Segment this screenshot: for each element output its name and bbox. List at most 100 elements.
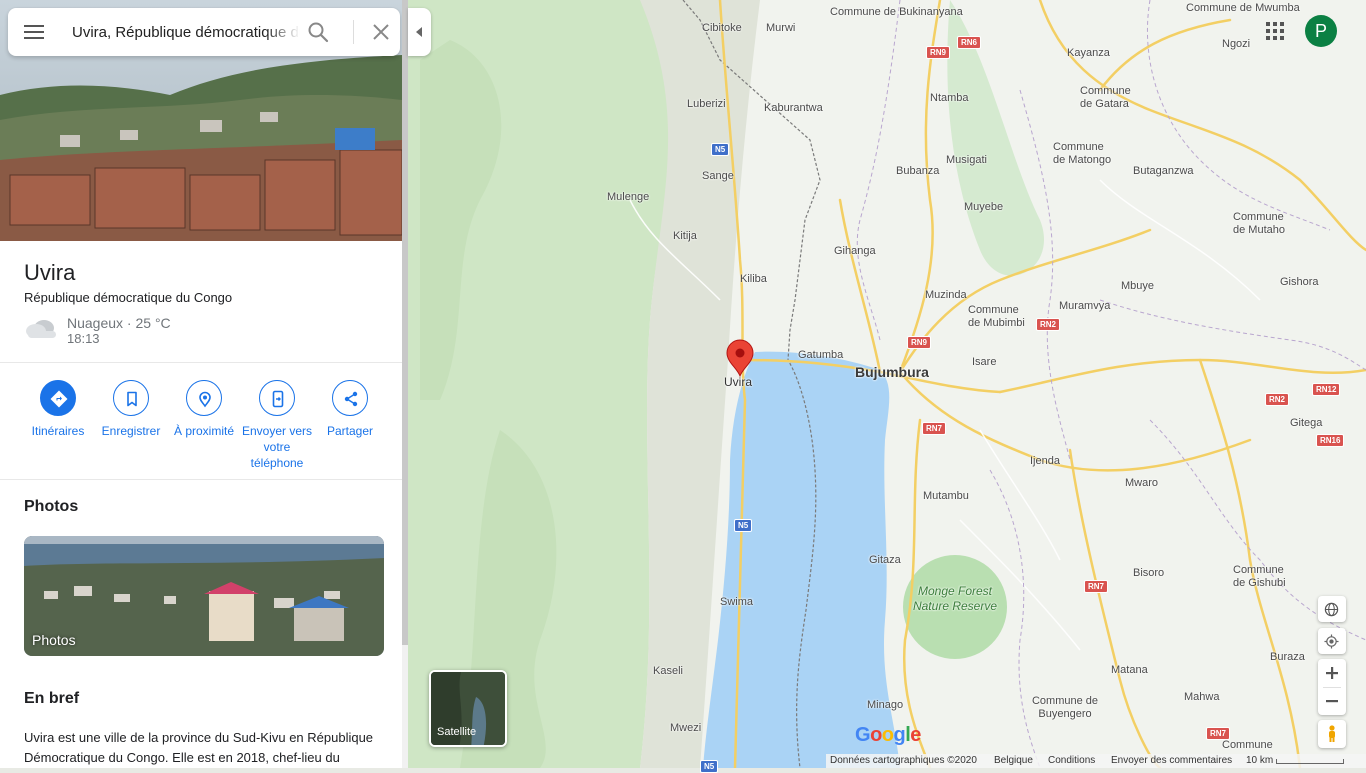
zoom-out-button[interactable] — [1318, 687, 1346, 715]
summary-heading: En bref — [24, 690, 80, 707]
map-label: Muyebe — [964, 201, 1004, 213]
share-button[interactable]: Partager — [313, 380, 387, 439]
map-label: Sange — [702, 170, 734, 182]
nearby-label: À proximité — [173, 424, 235, 438]
photos-thumbnail[interactable]: Photos — [24, 536, 384, 656]
road-shield: RN6 — [957, 36, 982, 49]
map-label: Ijenda — [1030, 455, 1060, 467]
map-label: Commune de Buyengero — [1031, 695, 1099, 720]
share-icon — [344, 391, 358, 407]
country-link[interactable]: Belgique — [994, 755, 1033, 766]
map-label: Mbuye — [1121, 280, 1155, 292]
bookmark-icon — [127, 391, 137, 407]
map-label: Gihanga — [834, 245, 876, 257]
map-label: Gishora — [1280, 276, 1319, 288]
map-label: Butaganzwa — [1133, 165, 1194, 177]
map-label: Murwi — [766, 22, 796, 34]
map-label: Gitaza — [869, 554, 901, 566]
map-label: Kaseli — [653, 665, 683, 677]
scale-label[interactable]: 10 km — [1246, 755, 1273, 766]
avatar[interactable]: P — [1305, 15, 1337, 47]
directions-button[interactable]: Itinéraires — [21, 380, 95, 439]
map-label: Kiliba — [740, 273, 767, 285]
search-box[interactable] — [8, 8, 400, 56]
my-location-icon — [1324, 634, 1339, 649]
weather-text: Nuageux · 25 °C — [67, 315, 171, 331]
zoom-in-button[interactable] — [1318, 659, 1346, 687]
map-label: Bubanza — [896, 165, 940, 177]
road-shield: RN7 — [1084, 580, 1109, 593]
map-label: Minago — [867, 699, 904, 711]
place-title: Uvira — [24, 260, 76, 285]
road-shield: RN2 — [1036, 318, 1061, 331]
pegman-icon — [1329, 725, 1335, 742]
road-shield: RN7 — [1206, 727, 1231, 740]
place-panel[interactable]: Uvira République démocratique du Congo N… — [0, 0, 402, 768]
save-button[interactable]: Enregistrer — [94, 380, 168, 439]
satellite-layer-toggle[interactable]: Satellite — [429, 670, 507, 747]
photos-label: Photos — [32, 632, 76, 648]
road-shield: N5 — [711, 143, 730, 156]
road-shield: RN7 — [922, 422, 947, 435]
map-label: Gitega — [1290, 417, 1323, 429]
nearby-icon — [199, 391, 211, 408]
globe-view-button[interactable] — [1318, 596, 1346, 622]
map-label: Bisoro — [1133, 567, 1165, 579]
local-time: 18:13 — [67, 331, 100, 346]
divider — [0, 362, 402, 363]
map-label: Kitija — [673, 230, 697, 242]
search-input[interactable] — [72, 22, 300, 42]
search-divider — [353, 20, 354, 44]
summary-text: Uvira est une ville de la province du Su… — [24, 730, 374, 765]
map-label: Muramvya — [1059, 300, 1111, 312]
send-to-phone-label: Envoyer vers votre téléphone — [241, 424, 313, 470]
scale-bar[interactable] — [1276, 759, 1344, 764]
terms-link[interactable]: Conditions — [1048, 755, 1095, 766]
zoom-controls — [1318, 659, 1346, 715]
map-label: Mwezi — [670, 722, 702, 734]
map-label: Commune de Matongo — [1053, 141, 1112, 166]
map-label: Mahwa — [1184, 691, 1220, 703]
feedback-link[interactable]: Envoyer des commentaires — [1111, 755, 1232, 766]
map-label: Kaburantwa — [764, 102, 823, 114]
google-logo: Google — [855, 724, 921, 746]
map-label-park: Monge Forest Nature Reserve — [912, 584, 998, 613]
scrollbar-thumb[interactable] — [402, 0, 408, 645]
caret-left-icon — [416, 27, 422, 37]
photos-image — [24, 536, 384, 656]
search-icon[interactable] — [306, 20, 330, 44]
map-label: Ngozi — [1222, 38, 1251, 50]
menu-icon[interactable] — [24, 22, 48, 42]
my-location-button[interactable] — [1318, 628, 1346, 654]
map-label: Mutambu — [923, 490, 969, 502]
road-shield: RN9 — [907, 336, 932, 349]
plus-icon — [1326, 667, 1338, 679]
close-icon[interactable] — [369, 20, 393, 44]
map-label: Ntamba — [930, 92, 969, 104]
map-label: Commune de Mubimbi — [968, 304, 1025, 329]
map-label: Isare — [972, 356, 997, 368]
map-label: Buraza — [1270, 651, 1305, 663]
apps-grid-icon[interactable] — [1265, 21, 1285, 41]
nearby-button[interactable]: À proximité — [167, 380, 241, 439]
map-label: Mwaro — [1125, 477, 1159, 489]
map-label: Luberizi — [687, 98, 726, 110]
directions-icon — [50, 390, 68, 408]
save-label: Enregistrer — [101, 424, 161, 438]
panel-scrollbar[interactable] — [402, 0, 408, 768]
send-to-phone-button[interactable]: Envoyer vers votre téléphone — [240, 380, 314, 471]
minus-icon — [1326, 700, 1338, 703]
divider — [0, 479, 402, 480]
directions-label: Itinéraires — [31, 424, 85, 438]
photos-heading: Photos — [24, 498, 79, 515]
road-shield: RN9 — [926, 46, 951, 59]
map-label: Muzinda — [925, 289, 967, 301]
map-label: Swima — [720, 596, 754, 608]
road-shield: RN16 — [1316, 434, 1345, 447]
map-label: Kayanza — [1067, 47, 1110, 59]
send-to-phone-icon — [272, 390, 284, 408]
collapse-panel-button[interactable] — [408, 8, 431, 56]
map-label: Commune de Mutaho — [1233, 211, 1285, 236]
map-label: Commune de Mwumba — [1186, 2, 1300, 14]
street-view-pegman[interactable] — [1318, 720, 1346, 748]
